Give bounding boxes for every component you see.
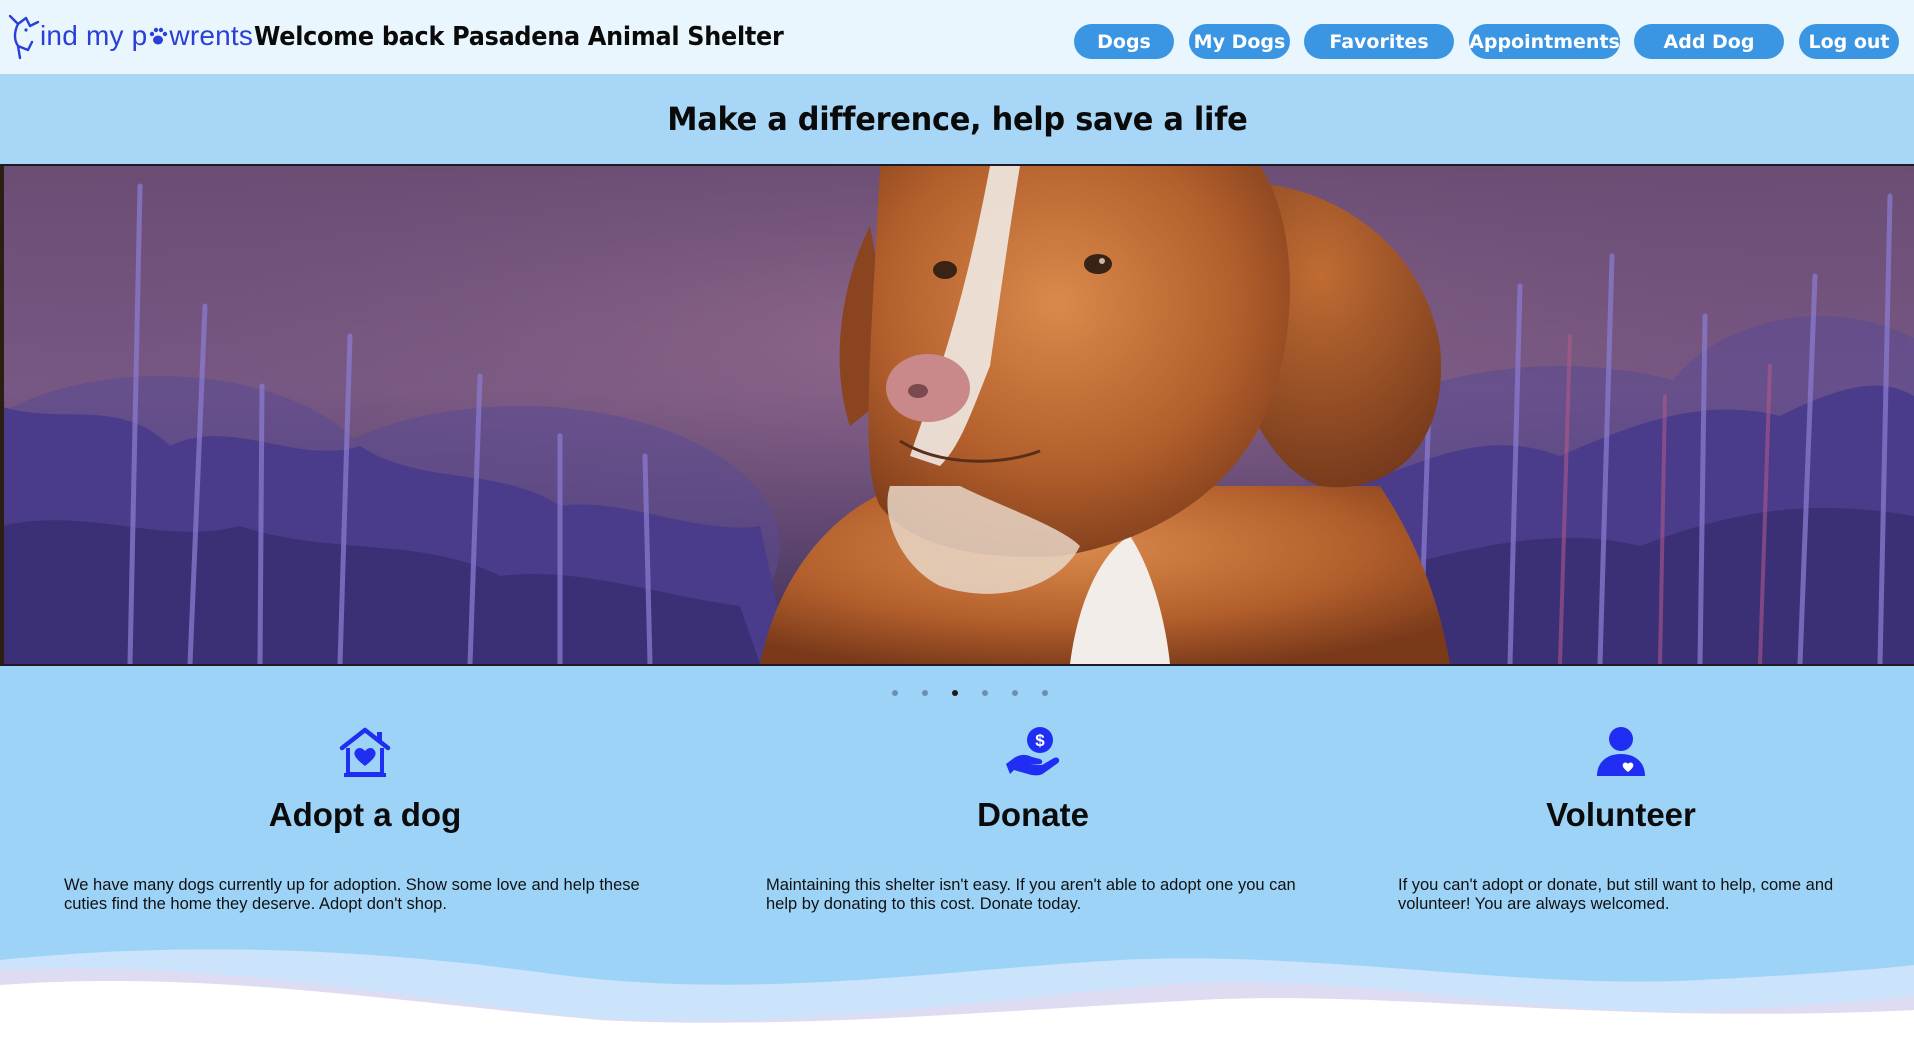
adopt-card: Adopt a dog bbox=[215, 726, 515, 834]
tagline-heading: Make a difference, help save a life bbox=[666, 100, 1248, 138]
nav-my-dogs-button[interactable]: My Dogs bbox=[1189, 24, 1290, 59]
donate-card: $ Donate bbox=[883, 726, 1183, 834]
paw-icon bbox=[150, 27, 168, 45]
hand-dollar-icon: $ bbox=[1006, 727, 1060, 776]
donate-description: Maintaining this shelter isn't easy. If … bbox=[766, 876, 1296, 913]
person-heart-icon bbox=[1597, 727, 1645, 776]
svg-text:$: $ bbox=[1035, 731, 1045, 750]
carousel-dot-1[interactable] bbox=[892, 690, 898, 696]
donate-title: Donate bbox=[977, 796, 1089, 833]
welcome-message: Welcome back Pasadena Animal Shelter bbox=[254, 22, 784, 52]
carousel-dot-3[interactable] bbox=[952, 690, 958, 696]
carousel-indicators bbox=[0, 690, 1914, 700]
tagline-band: Make a difference, help save a life bbox=[0, 74, 1914, 164]
volunteer-card: Volunteer bbox=[1471, 726, 1771, 834]
volunteer-title: Volunteer bbox=[1546, 796, 1696, 833]
carousel-dot-5[interactable] bbox=[1012, 690, 1018, 696]
nav-add-dog-button[interactable]: Add Dog bbox=[1634, 24, 1784, 59]
top-navbar: ind my p wrents Welcome back Pasadena Ani… bbox=[0, 0, 1914, 74]
nav-log-out-button[interactable]: Log out bbox=[1799, 24, 1899, 59]
carousel-dot-2[interactable] bbox=[922, 690, 928, 696]
nav-appointments-button[interactable]: Appointments bbox=[1469, 24, 1620, 59]
carousel-dot-6[interactable] bbox=[1042, 690, 1048, 696]
house-heart-icon bbox=[339, 727, 391, 777]
hero-dog-image bbox=[0, 166, 1914, 664]
hero-carousel[interactable] bbox=[0, 164, 1914, 666]
logo-text: ind my p wrents bbox=[40, 20, 254, 51]
carousel-dot-4[interactable] bbox=[982, 690, 988, 696]
site-logo[interactable]: ind my p wrents bbox=[4, 10, 253, 60]
nav-favorites-button[interactable]: Favorites bbox=[1304, 24, 1454, 59]
dog-head-logo-icon bbox=[8, 14, 40, 60]
volunteer-description: If you can't adopt or donate, but still … bbox=[1398, 876, 1834, 913]
nav-dogs-button[interactable]: Dogs bbox=[1074, 24, 1174, 59]
adopt-description: We have many dogs currently up for adopt… bbox=[64, 876, 640, 913]
decorative-waves bbox=[0, 949, 1914, 1039]
adopt-title: Adopt a dog bbox=[268, 796, 462, 833]
